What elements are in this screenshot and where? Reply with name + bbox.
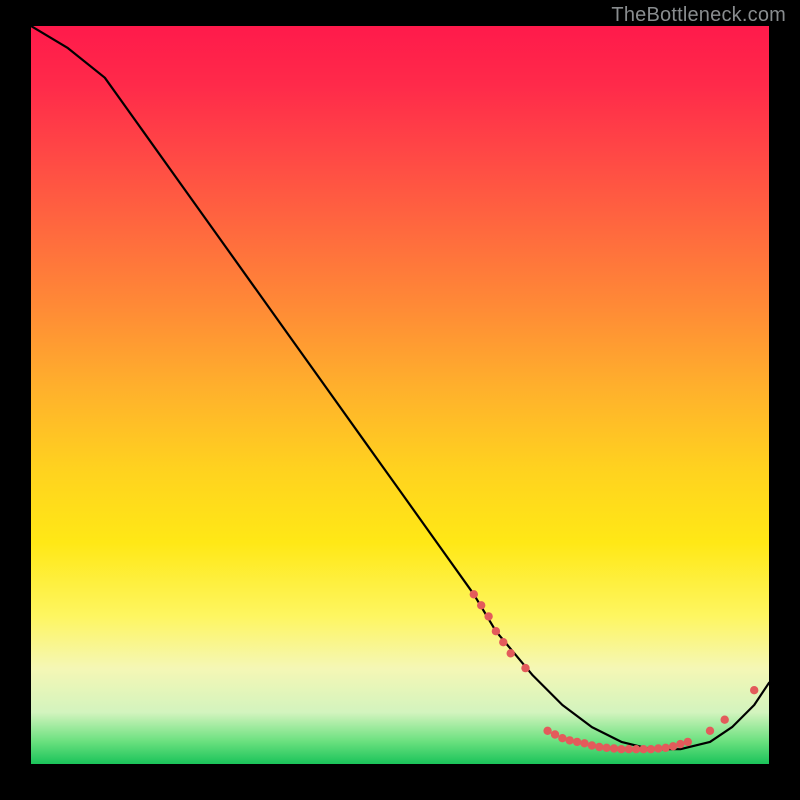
data-marker xyxy=(521,664,529,672)
data-marker xyxy=(507,649,515,657)
data-marker xyxy=(654,744,662,752)
plot-area xyxy=(31,26,769,764)
data-marker xyxy=(499,638,507,646)
data-marker xyxy=(470,590,478,598)
data-marker xyxy=(625,745,633,753)
chart-frame: TheBottleneck.com xyxy=(0,0,800,800)
data-marker xyxy=(676,740,684,748)
data-marker xyxy=(543,727,551,735)
data-marker xyxy=(662,744,670,752)
data-marker xyxy=(669,742,677,750)
data-marker xyxy=(721,716,729,724)
data-marker xyxy=(750,686,758,694)
data-marker xyxy=(639,745,647,753)
data-marker xyxy=(573,738,581,746)
data-marker xyxy=(632,745,640,753)
data-marker xyxy=(477,601,485,609)
data-marker xyxy=(617,745,625,753)
data-marker xyxy=(492,627,500,635)
marker-group xyxy=(470,590,759,753)
data-marker xyxy=(706,727,714,735)
data-marker xyxy=(566,736,574,744)
bottleneck-curve-svg xyxy=(31,26,769,764)
watermark-text: TheBottleneck.com xyxy=(611,4,786,27)
data-marker xyxy=(610,744,618,752)
data-marker xyxy=(558,734,566,742)
data-marker xyxy=(647,745,655,753)
data-marker xyxy=(602,744,610,752)
data-marker xyxy=(595,743,603,751)
bottleneck-curve-path xyxy=(31,26,769,749)
data-marker xyxy=(684,738,692,746)
data-marker xyxy=(588,741,596,749)
data-marker xyxy=(484,612,492,620)
data-marker xyxy=(580,739,588,747)
data-marker xyxy=(551,730,559,738)
